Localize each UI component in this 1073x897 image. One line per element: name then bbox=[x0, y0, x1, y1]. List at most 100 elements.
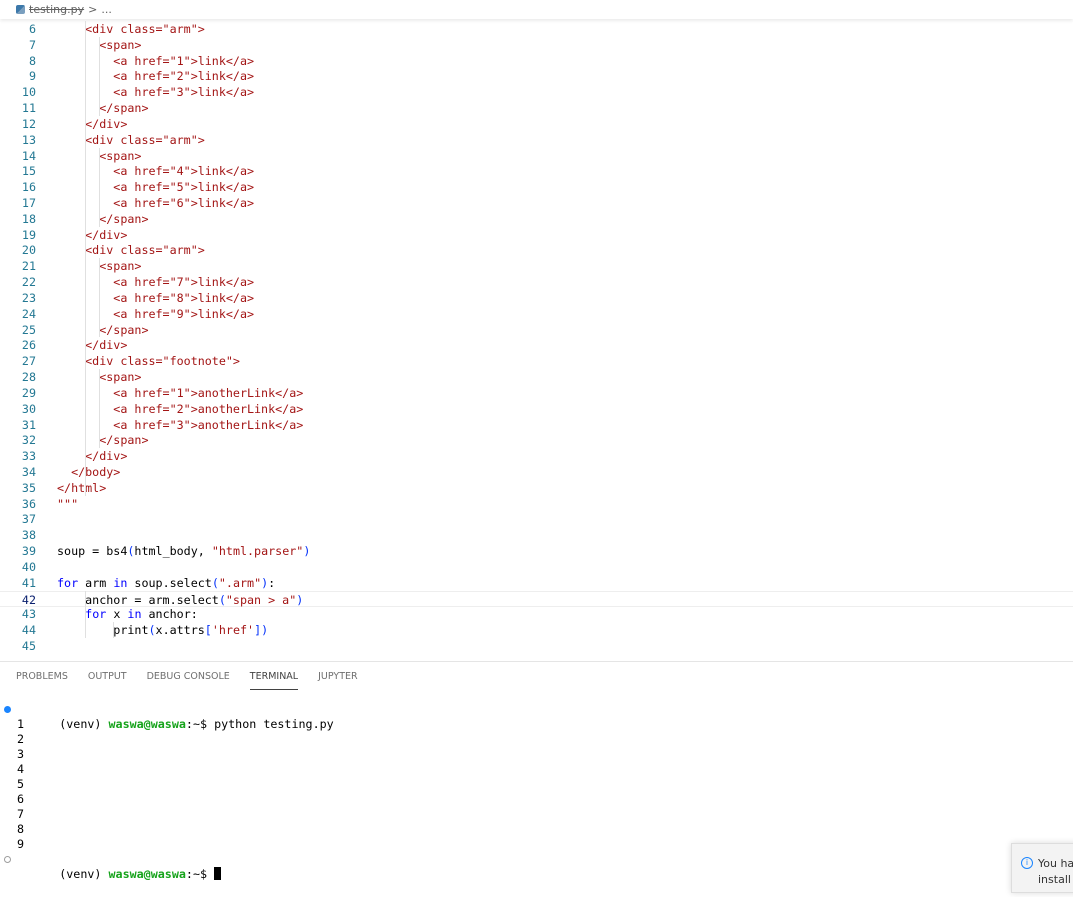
code-token: """ bbox=[57, 496, 79, 511]
code-line[interactable]: 27 <div class="footnote"> bbox=[0, 353, 1073, 369]
terminal-output-line: 4 bbox=[17, 762, 25, 776]
code-text: <a href="3">anotherLink</a> bbox=[57, 417, 303, 433]
tab-jupyter[interactable]: JUPYTER bbox=[318, 662, 357, 690]
code-line[interactable]: 21 <span> bbox=[0, 258, 1073, 274]
notification-toast[interactable]: i You hav install t bbox=[1011, 843, 1073, 893]
code-line[interactable]: 16 <a href="5">link</a> bbox=[0, 179, 1073, 195]
terminal-output-line: 1 bbox=[17, 717, 25, 731]
code-line[interactable]: 40 bbox=[0, 559, 1073, 575]
code-token: for bbox=[57, 575, 79, 590]
tab-debug-console[interactable]: DEBUG CONSOLE bbox=[147, 662, 230, 690]
terminal-output-line: 7 bbox=[17, 807, 25, 821]
code-editor[interactable]: 6 <div class="arm"> 7 <span> 8 <a href="1"… bbox=[0, 21, 1073, 661]
code-token: <a href="1">link</a> bbox=[57, 53, 255, 68]
code-text: <a href="2">link</a> bbox=[57, 68, 254, 84]
code-line[interactable]: 10 <a href="3">link</a> bbox=[0, 84, 1073, 100]
code-text: <a href="4">link</a> bbox=[57, 163, 254, 179]
tab-terminal[interactable]: TERMINAL bbox=[249, 662, 299, 690]
code-line[interactable]: 9 <a href="2">link</a> bbox=[0, 68, 1073, 84]
line-number: 29 bbox=[21, 385, 36, 400]
command-success-dot-icon[interactable] bbox=[4, 706, 11, 713]
code-token: </span> bbox=[57, 433, 149, 448]
code-line[interactable]: 33 </div> bbox=[0, 448, 1073, 464]
code-line[interactable]: 34 </body> bbox=[0, 464, 1073, 480]
code-token: <div class="arm"> bbox=[57, 243, 205, 258]
code-line[interactable]: 44 print(x.attrs['href']) bbox=[0, 622, 1073, 638]
code-token: ( bbox=[148, 623, 156, 638]
code-line[interactable]: 11 </span> bbox=[0, 100, 1073, 116]
code-line[interactable]: 30 <a href="2">anotherLink</a> bbox=[0, 401, 1073, 417]
code-line[interactable]: 7 <span> bbox=[0, 37, 1073, 53]
breadcrumb-separator: > bbox=[88, 3, 98, 16]
code-line[interactable]: 18 </span> bbox=[0, 211, 1073, 227]
code-line[interactable]: 42 anchor = arm.select("span > a") bbox=[0, 590, 1073, 607]
code-line[interactable]: 20 <div class="arm"> bbox=[0, 242, 1073, 258]
tab-output[interactable]: OUTPUT bbox=[88, 662, 127, 690]
code-line[interactable]: 37 bbox=[0, 511, 1073, 527]
tab-problems[interactable]: PROBLEMS bbox=[16, 662, 68, 690]
line-number: 9 bbox=[28, 69, 36, 84]
line-number: 11 bbox=[21, 101, 36, 116]
code-line[interactable]: 25 </span> bbox=[0, 322, 1073, 338]
code-token: <a href="4">link</a> bbox=[57, 164, 255, 179]
code-token: <a href="3">link</a> bbox=[57, 85, 255, 100]
code-line[interactable]: 17 <a href="6">link</a> bbox=[0, 195, 1073, 211]
code-line[interactable]: 12 </div> bbox=[0, 116, 1073, 132]
terminal[interactable]: (venv) waswa@waswa:~$ python testing.py … bbox=[0, 702, 334, 881]
code-line[interactable]: 39 soup = bs4(html_body, "html.parser") bbox=[0, 543, 1073, 559]
code-token: </div> bbox=[57, 449, 128, 464]
code-text: """ bbox=[57, 496, 78, 512]
code-line[interactable]: 6 <div class="arm"> bbox=[0, 21, 1073, 37]
code-line[interactable]: 19 </div> bbox=[0, 227, 1073, 243]
code-line[interactable]: 28 <span> bbox=[0, 369, 1073, 385]
code-line[interactable]: 24 <a href="9">link</a> bbox=[0, 306, 1073, 322]
line-number: 14 bbox=[21, 148, 36, 163]
code-token: print bbox=[57, 623, 149, 638]
line-number: 35 bbox=[21, 480, 36, 495]
code-token: ( bbox=[218, 592, 226, 607]
code-text: <a href="3">link</a> bbox=[57, 84, 254, 100]
code-text: <a href="1">link</a> bbox=[57, 53, 254, 69]
line-number: 30 bbox=[21, 401, 36, 416]
breadcrumb-more[interactable]: ... bbox=[101, 3, 112, 16]
code-text: <a href="1">anotherLink</a> bbox=[57, 385, 303, 401]
code-line[interactable]: 38 bbox=[0, 527, 1073, 543]
indent-guide bbox=[85, 590, 86, 638]
code-line[interactable]: 43 for x in anchor: bbox=[0, 606, 1073, 622]
breadcrumb-file[interactable]: testing.py bbox=[29, 3, 84, 16]
code-line[interactable]: 26 </div> bbox=[0, 337, 1073, 353]
code-token: </body> bbox=[57, 464, 121, 479]
code-token: ) bbox=[296, 592, 304, 607]
line-number: 7 bbox=[28, 37, 36, 52]
code-token: ) bbox=[261, 623, 269, 638]
line-number: 28 bbox=[21, 370, 36, 385]
code-line[interactable]: 14 <span> bbox=[0, 148, 1073, 164]
code-text: soup = bs4(html_body, "html.parser") bbox=[57, 543, 310, 559]
code-token: soup = bs4 bbox=[57, 544, 128, 559]
code-line[interactable]: 32 </span> bbox=[0, 432, 1073, 448]
code-line[interactable]: 35 </html> bbox=[0, 480, 1073, 496]
code-token: <a href="3">anotherLink</a> bbox=[57, 417, 304, 432]
code-token: ) bbox=[303, 544, 311, 559]
indent-guide bbox=[99, 147, 100, 227]
code-line[interactable]: 36 """ bbox=[0, 496, 1073, 512]
code-text: <a href="5">link</a> bbox=[57, 179, 254, 195]
code-token: ".arm" bbox=[218, 575, 262, 590]
code-token: <a href="7">link</a> bbox=[57, 275, 255, 290]
code-line[interactable]: 29 <a href="1">anotherLink</a> bbox=[0, 385, 1073, 401]
code-token: x bbox=[106, 607, 128, 622]
code-text: </span> bbox=[57, 100, 148, 116]
code-line[interactable]: 31 <a href="3">anotherLink</a> bbox=[0, 417, 1073, 433]
code-line[interactable]: 13 <div class="arm"> bbox=[0, 132, 1073, 148]
code-line[interactable]: 23 <a href="8">link</a> bbox=[0, 290, 1073, 306]
line-number: 34 bbox=[21, 464, 36, 479]
code-line[interactable]: 8 <a href="1">link</a> bbox=[0, 53, 1073, 69]
venv-label: (venv) bbox=[59, 867, 109, 881]
code-line[interactable]: 22 <a href="7">link</a> bbox=[0, 274, 1073, 290]
code-line[interactable]: 15 <a href="4">link</a> bbox=[0, 163, 1073, 179]
code-line[interactable]: 45 bbox=[0, 638, 1073, 654]
terminal-command-line: (venv) waswa@waswa:~$ python testing.py bbox=[0, 702, 334, 731]
code-text: </div> bbox=[57, 227, 127, 243]
code-line[interactable]: 41 for arm in soup.select(".arm"): bbox=[0, 575, 1073, 591]
line-number: 37 bbox=[21, 512, 36, 527]
